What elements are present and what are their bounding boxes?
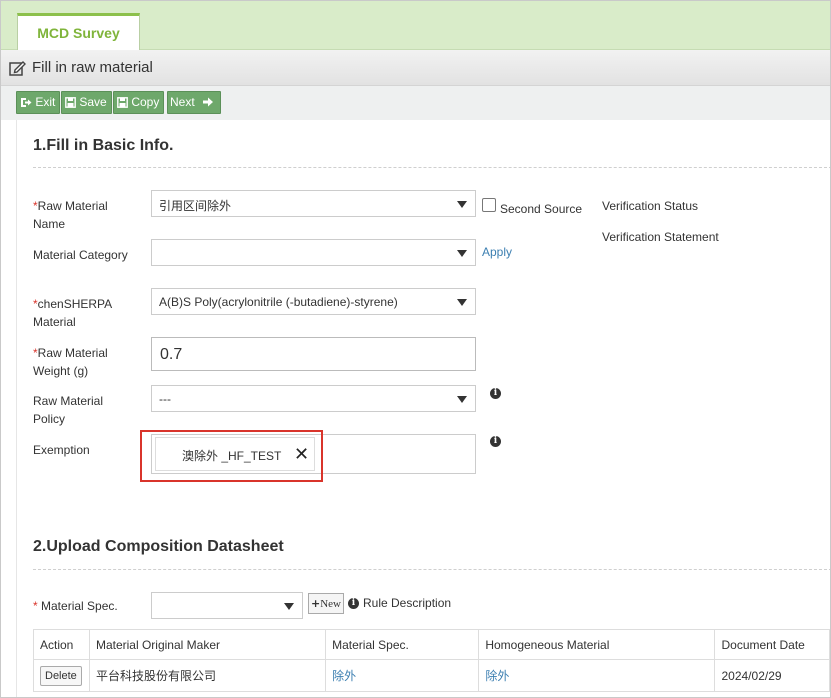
- raw-material-weight-label: *Raw Material Weight (g): [33, 346, 108, 378]
- raw-material-policy-label: Raw Material Policy: [33, 394, 104, 426]
- second-source-checkbox[interactable]: [482, 198, 496, 212]
- raw-material-weight-input[interactable]: 0.7: [151, 337, 476, 371]
- copy-icon: [117, 97, 128, 108]
- required-mark: *: [33, 599, 38, 613]
- page-title-bar: Fill in raw material: [1, 50, 830, 86]
- top-tab-bar: MCD Survey: [1, 1, 830, 51]
- caret-down-icon: [284, 603, 294, 610]
- save-button[interactable]: Save: [61, 91, 112, 114]
- col-action: Action: [33, 629, 90, 660]
- chensherpa-material-label: *chenSHERPA Material: [33, 297, 112, 329]
- caret-down-icon: [457, 396, 467, 403]
- table-row: Delete 平台科技股份有限公司 除外 除外 2024/02/29: [33, 659, 830, 692]
- section-basic-info-heading: 1.Fill in Basic Info.: [33, 137, 174, 154]
- exemption-label: Exemption: [33, 443, 90, 457]
- page-frame: MCD Survey Fill in raw material Exit Sav…: [0, 0, 831, 698]
- col-document-date: Document Date: [714, 629, 830, 660]
- next-label: Next: [170, 95, 195, 109]
- raw-material-weight-value: 0.7: [160, 346, 183, 363]
- save-label: Save: [79, 95, 107, 109]
- chensherpa-material-select[interactable]: A(B)S Poly(acrylonitrile (-butadiene)-st…: [151, 288, 476, 315]
- col-material-spec: Material Spec.: [325, 629, 480, 660]
- exit-button[interactable]: Exit: [16, 91, 61, 114]
- homogeneous-link[interactable]: 除外: [478, 659, 716, 692]
- raw-material-name-label: *Raw Material Name: [33, 199, 108, 231]
- raw-material-name-select[interactable]: 引用区间除外: [151, 190, 476, 217]
- copy-label: Copy: [131, 95, 160, 109]
- rule-info-icon: i: [348, 598, 359, 609]
- verification-status-label: Verification Status: [602, 199, 699, 213]
- composition-table: Action Material Original Maker Material …: [33, 629, 830, 692]
- caret-down-icon: [457, 250, 467, 257]
- action-toolbar: Exit Save Copy Next: [1, 86, 830, 120]
- maker-cell: 平台科技股份有限公司: [88, 659, 327, 692]
- caret-down-icon: [457, 299, 467, 306]
- raw-material-name-value: 引用区间除外: [159, 199, 232, 213]
- next-button[interactable]: Next: [167, 91, 222, 114]
- rule-description-link[interactable]: Rule Description: [363, 596, 451, 610]
- section-upload-heading: 2.Upload Composition Datasheet: [33, 538, 284, 555]
- material-category-select[interactable]: [151, 239, 476, 266]
- section-divider: [33, 569, 830, 570]
- raw-material-policy-value: ---: [159, 392, 171, 406]
- material-spec-label: * Material Spec.: [33, 599, 118, 613]
- policy-info-icon[interactable]: i: [490, 388, 501, 399]
- plus-icon: +: [311, 597, 321, 610]
- copy-button[interactable]: Copy: [113, 91, 165, 114]
- apply-link[interactable]: Apply: [482, 245, 512, 259]
- verification-statement-label: Verification Statement: [602, 230, 719, 244]
- delete-button[interactable]: Delete: [40, 665, 82, 686]
- material-spec-select[interactable]: [151, 592, 303, 619]
- col-material-original-maker: Material Original Maker: [88, 629, 327, 660]
- exit-icon: [21, 98, 32, 107]
- arrow-right-icon: [203, 97, 214, 107]
- table-header-row: Action Material Original Maker Material …: [33, 629, 830, 660]
- section-divider: [33, 167, 830, 168]
- edit-icon: [9, 60, 27, 79]
- new-label: New: [320, 598, 341, 610]
- exit-label: Exit: [35, 95, 56, 109]
- col-homogeneous-material: Homogeneous Material: [478, 629, 716, 660]
- spec-link[interactable]: 除外: [325, 659, 480, 692]
- new-button[interactable]: +New: [308, 593, 344, 614]
- material-category-label: Material Category: [33, 248, 128, 262]
- save-icon: [65, 97, 76, 108]
- chensherpa-material-value: A(B)S Poly(acrylonitrile (-butadiene)-st…: [159, 295, 398, 309]
- highlight-box: [140, 430, 323, 482]
- exemption-info-icon[interactable]: i: [490, 436, 501, 447]
- caret-down-icon: [457, 201, 467, 208]
- page-title: Fill in raw material: [32, 59, 153, 76]
- raw-material-policy-select[interactable]: ---: [151, 385, 476, 412]
- date-cell: 2024/02/29: [714, 659, 830, 692]
- action-cell: Delete: [33, 659, 90, 692]
- tab-mcd-survey[interactable]: MCD Survey: [17, 13, 140, 51]
- second-source-label: Second Source: [500, 202, 583, 216]
